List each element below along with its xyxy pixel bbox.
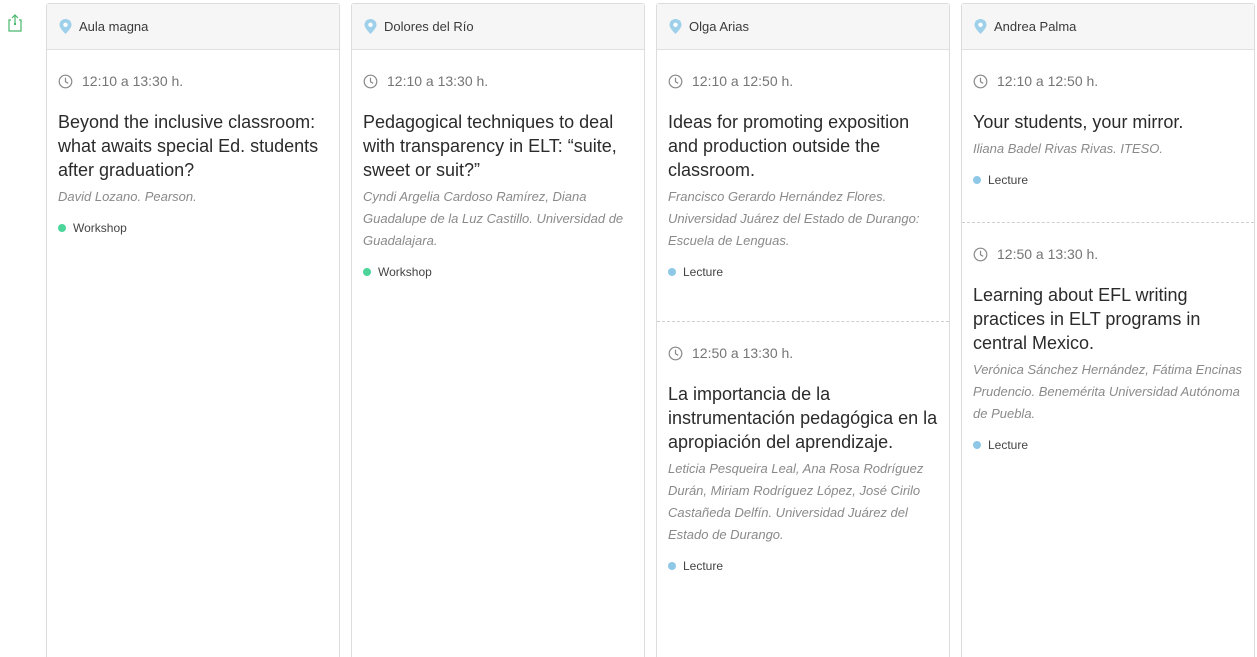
room-name: Dolores del Río [384,19,474,34]
room-header: Olga Arias [657,4,949,50]
session-type-badge: Lecture [973,172,1243,188]
session-type-label: Lecture [683,265,724,279]
clock-icon [973,74,988,88]
session-title[interactable]: Pedagogical techniques to deal with tran… [363,110,633,182]
session-type-label: Lecture [683,559,724,573]
session-authors: Leticia Pesqueira Leal, Ana Rosa Rodrígu… [668,461,924,542]
session-type-label: Workshop [73,221,127,235]
session-type-label: Workshop [378,265,432,279]
room-name: Olga Arias [689,19,749,34]
session-time: 12:50 a 13:30 h. [692,345,794,361]
room-header: Andrea Palma [962,4,1254,50]
session-authors: Francisco Gerardo Hernández Flores. Univ… [668,189,920,248]
session-card[interactable]: 12:50 a 13:30 h. La importancia de la in… [657,321,949,574]
export-icon[interactable] [8,14,22,32]
clock-icon [668,74,683,88]
session-title[interactable]: Learning about EFL writing practices in … [973,283,1243,355]
room-column-aula-magna: Aula magna 12:10 a 13:30 h. Beyond the i… [46,3,340,657]
workshop-dot-icon [363,268,371,276]
session-card[interactable]: 12:10 a 12:50 h. Your students, your mir… [962,50,1254,222]
session-type-badge: Workshop [58,220,328,236]
location-pin-icon [59,19,72,34]
session-authors: David Lozano. Pearson. [58,189,197,204]
room-column-dolores-del-rio: Dolores del Río 12:10 a 13:30 h. Pedagog… [351,3,645,657]
session-type-badge: Lecture [668,264,938,280]
session-type-label: Lecture [988,173,1029,187]
session-type-badge: Workshop [363,264,633,280]
session-type-label: Lecture [988,438,1029,452]
session-card[interactable]: 12:10 a 12:50 h. Ideas for promoting exp… [657,50,949,321]
location-pin-icon [364,19,377,34]
session-title[interactable]: Ideas for promoting exposition and produ… [668,110,938,182]
session-time: 12:10 a 12:50 h. [997,73,1099,89]
clock-icon [973,247,988,261]
room-name: Aula magna [79,19,149,34]
room-column-olga-arias: Olga Arias 12:10 a 12:50 h. Ideas for pr… [656,3,950,657]
room-header: Aula magna [47,4,339,50]
lecture-dot-icon [668,562,676,570]
session-card[interactable]: 12:10 a 13:30 h. Beyond the inclusive cl… [47,50,339,300]
session-authors: Verónica Sánchez Hernández, Fátima Encin… [973,362,1243,421]
clock-icon [58,74,73,88]
session-authors: Cyndi Argelia Cardoso Ramírez, Diana Gua… [363,189,624,248]
session-time: 12:10 a 13:30 h. [387,73,489,89]
room-column-andrea-palma: Andrea Palma 12:10 a 12:50 h. Your stude… [961,3,1255,657]
room-name: Andrea Palma [994,19,1077,34]
session-title[interactable]: La importancia de la instrumentación ped… [668,382,938,454]
location-pin-icon [974,19,987,34]
schedule-grid: Aula magna 12:10 a 13:30 h. Beyond the i… [0,0,1257,657]
clock-icon [363,74,378,88]
lecture-dot-icon [668,268,676,276]
session-time: 12:10 a 13:30 h. [82,73,184,89]
session-card[interactable]: 12:10 a 13:30 h. Pedagogical techniques … [352,50,644,320]
clock-icon [668,346,683,360]
lecture-dot-icon [973,441,981,449]
location-pin-icon [669,19,682,34]
session-title[interactable]: Your students, your mirror. [973,110,1243,134]
session-time: 12:10 a 12:50 h. [692,73,794,89]
lecture-dot-icon [973,176,981,184]
session-type-badge: Lecture [973,437,1243,453]
workshop-dot-icon [58,224,66,232]
session-title[interactable]: Beyond the inclusive classroom: what awa… [58,110,328,182]
session-type-badge: Lecture [668,558,938,574]
session-card[interactable]: 12:50 a 13:30 h. Learning about EFL writ… [962,222,1254,453]
session-authors: Iliana Badel Rivas Rivas. ITESO. [973,141,1164,156]
session-time: 12:50 a 13:30 h. [997,246,1099,262]
room-header: Dolores del Río [352,4,644,50]
